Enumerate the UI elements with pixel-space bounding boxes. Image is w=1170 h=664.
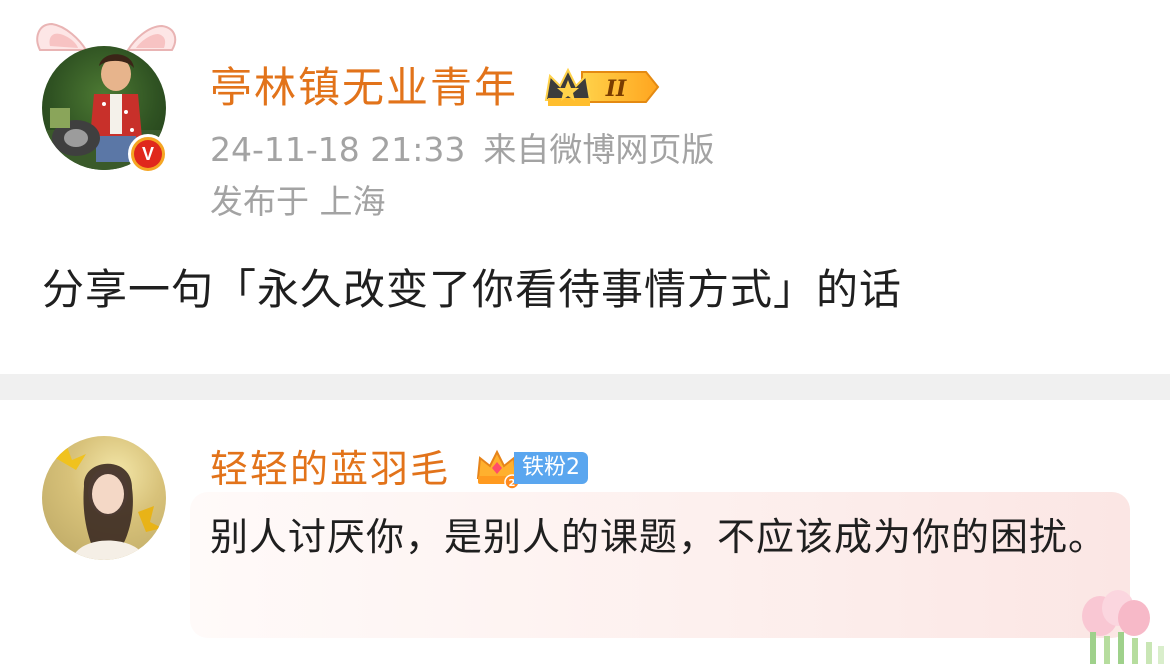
post-location: 发布于 上海 [210,182,386,221]
comment-avatar-illustration [52,444,162,560]
section-divider [0,374,1170,400]
flower-decoration-icon [1082,590,1164,664]
level-badge-text: II [605,76,627,102]
verified-icon: V [128,134,168,174]
post-timestamp: 24-11-18 21:33 [210,130,466,169]
fan-tag-badge[interactable]: 铁粉2 [514,452,588,484]
post-username[interactable]: 亭林镇无业青年 [210,60,518,116]
post-card: V 亭林镇无业青年 II 24-11-18 21:33 来自微博网页版 发布于 上… [0,0,1170,374]
weibo-screenshot: V 亭林镇无业青年 II 24-11-18 21:33 来自微博网页版 发布于 上… [0,0,1170,664]
comment-username[interactable]: 轻轻的蓝羽毛 [210,444,450,494]
comment-text: 别人讨厌你，是别人的课题，不应该成为你的困扰。 [210,515,1108,559]
post-meta: 24-11-18 21:33 来自微博网页版 [210,128,714,172]
post-text: 分享一句「永久改变了你看待事情方式」的话 [42,265,903,314]
comment-card: 轻轻的蓝羽毛 2 铁粉2 别人讨厌你，是别人的课题，不应该成为你的困扰。 [0,400,1170,664]
crown-level-icon[interactable]: II [542,66,662,108]
comment-avatar[interactable] [42,436,166,560]
post-source[interactable]: 来自微博网页版 [483,130,714,169]
